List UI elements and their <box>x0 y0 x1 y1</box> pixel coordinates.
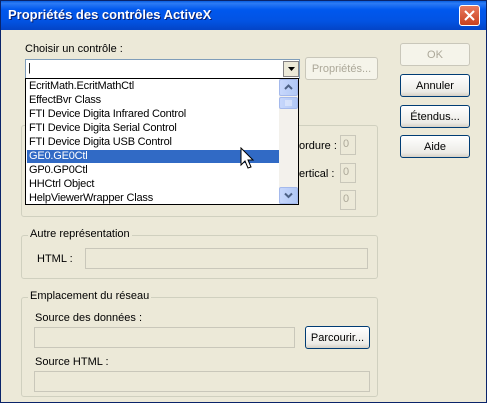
list-item[interactable]: HHCtrl Object <box>27 178 281 191</box>
border-field[interactable]: 0 <box>340 135 356 155</box>
ok-button[interactable]: OK <box>400 43 470 66</box>
vertical-field-value: 0 <box>343 166 350 178</box>
list-item[interactable]: EffectBvr Class <box>27 94 281 107</box>
list-scrollbar[interactable] <box>279 79 298 204</box>
html-label: HTML : <box>37 253 73 265</box>
border-label: ordure : <box>299 140 337 152</box>
mouse-cursor-icon <box>240 147 255 169</box>
activex-properties-dialog: Propriétés des contrôles ActiveX Choisir… <box>0 0 487 403</box>
chevron-down-icon <box>284 192 293 199</box>
control-dropdown-list[interactable]: EcritMath.EcritMathCtl EffectBvr Class F… <box>25 78 299 205</box>
control-combobox-value: | <box>28 62 31 74</box>
alt-representation-title: Autre représentation <box>28 228 132 240</box>
border-field-value: 0 <box>343 138 350 150</box>
chevron-up-icon <box>284 84 293 90</box>
grip-icon <box>285 100 292 106</box>
browse-button[interactable]: Parcourir... <box>305 326 370 349</box>
close-button[interactable] <box>459 5 480 26</box>
properties-button[interactable]: Propriétés... <box>305 57 378 80</box>
cancel-button[interactable]: Annuler <box>400 74 470 97</box>
window-title: Propriétés des contrôles ActiveX <box>8 7 212 22</box>
chevron-down-icon <box>288 67 295 71</box>
close-icon <box>464 10 475 21</box>
data-source-field[interactable] <box>34 327 295 348</box>
help-button[interactable]: Aide <box>400 135 470 158</box>
list-item[interactable]: FTI Device Digita Serial Control <box>27 122 281 135</box>
data-source-label: Source des données : <box>35 312 143 324</box>
scroll-up-button[interactable] <box>279 79 298 96</box>
combobox-dropdown-button[interactable] <box>283 61 299 77</box>
third-field[interactable]: 0 <box>340 190 356 210</box>
list-item[interactable]: EcritMath.EcritMathCtl <box>27 80 281 93</box>
vertical-label: ertical : <box>299 168 335 180</box>
extended-button[interactable]: Étendus... <box>400 105 470 128</box>
scroll-down-button[interactable] <box>279 187 298 204</box>
control-combobox[interactable]: | <box>25 59 300 79</box>
source-html-field[interactable] <box>34 371 370 392</box>
list-item[interactable]: HelpViewerWrapper Class <box>27 192 281 204</box>
third-field-value: 0 <box>343 193 350 205</box>
choose-control-label: Choisir un contrôle : <box>25 43 123 55</box>
title-bar[interactable]: Propriétés des contrôles ActiveX <box>1 1 486 30</box>
list-item[interactable]: FTI Device Digita Infrared Control <box>27 108 281 121</box>
scroll-thumb[interactable] <box>279 97 298 109</box>
source-html-label: Source HTML : <box>35 356 109 368</box>
vertical-field[interactable]: 0 <box>340 163 356 183</box>
network-location-title: Emplacement du réseau <box>28 290 152 302</box>
html-field[interactable] <box>85 248 368 269</box>
